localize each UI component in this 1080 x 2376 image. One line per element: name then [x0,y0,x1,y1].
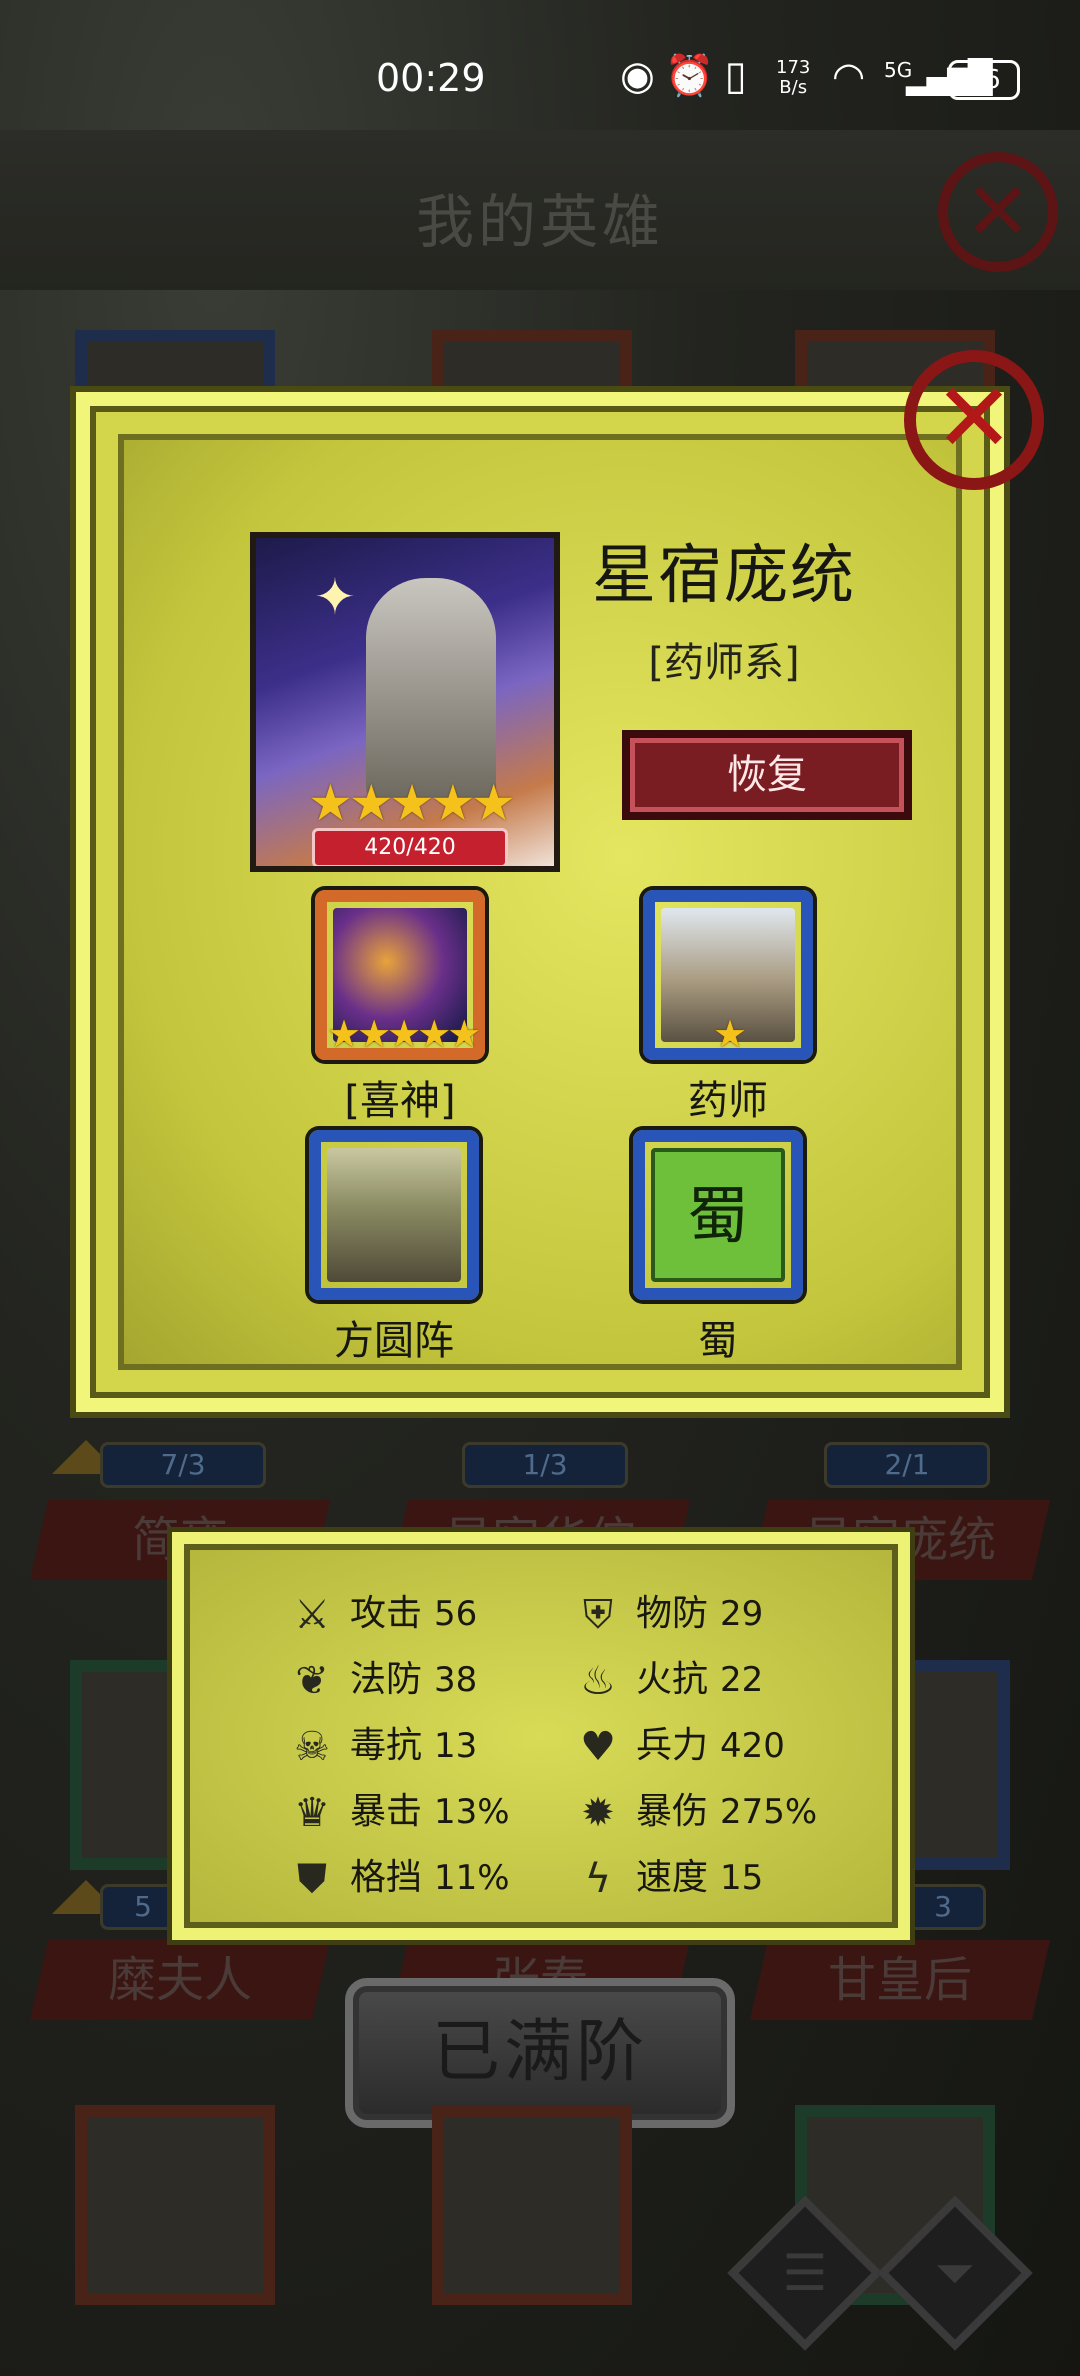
stat-fire-resist: ♨ 火抗 22 [574,1650,763,1710]
hero-counter: 2/1 [824,1442,990,1488]
hero-counter: 7/3 [100,1442,266,1488]
hero-name-banner: 糜夫人 [30,1940,330,2020]
clock: 00:29 [376,56,486,100]
star-sparkle-icon: ✦ [314,568,356,626]
heart-icon: ♥ [580,1724,616,1770]
leaf-icon: ❦ [295,1658,329,1704]
dialog-inner-panel: ✦ ★★★★★ 420/420 星宿庞统 [药师系] 恢复 ★★★★★ [喜神]… [118,434,962,1370]
trait-label: 药师 [688,1078,768,1124]
stat-crit-damage: ✹ 暴伤 275% [574,1782,817,1842]
hero-name-banner: 甘皇后 [750,1940,1050,2020]
trait-frame [309,1130,479,1300]
trait-pharmacist[interactable]: ★ 药师 [628,890,828,1126]
trait-star-rating: ★★★★★ [327,1012,481,1056]
hero-counter: 1/3 [462,1442,628,1488]
crit-icon: ♛ [294,1790,330,1836]
hero-detail-dialog: ✦ ★★★★★ 420/420 星宿庞统 [药师系] 恢复 ★★★★★ [喜神]… [76,392,1004,1412]
stat-block: ⛊ 格挡 11% [288,1848,510,1908]
trait-label: 方圆阵 [334,1318,454,1364]
stat-magic-defense: ❦ 法防 38 [288,1650,477,1710]
shu-banner-icon: 蜀 [651,1148,785,1282]
hero-star-rating: ★★★★★ [308,774,516,832]
wifi-icon: ◠ [832,54,866,98]
vibrate-icon: ▯ [724,53,757,99]
trait-art [327,1148,461,1282]
trait-frame: ★ [643,890,813,1060]
eye-icon: ◉ [620,53,665,99]
shield-icon: ⛨ [583,1592,613,1638]
skull-icon: ☠ [294,1724,330,1770]
trait-label: [喜神] [344,1078,456,1124]
page-title: 我的英雄 [415,188,664,256]
hero-card[interactable] [75,2105,275,2305]
hero-class: [药师系] [648,640,800,686]
stat-physical-defense: ⛨ 物防 29 [574,1584,763,1644]
hero-counter: 3 [900,1884,986,1930]
stat-speed: ϟ 速度 15 [574,1848,763,1908]
status-bar: 00:29 ◉⏰▯ 173 B/s ◠ 5G ▂▄▆█ 96 [0,0,1080,120]
trait-frame: 蜀 [633,1130,803,1300]
status-icons: ◉⏰▯ [620,52,757,99]
alarm-icon: ⏰ [664,53,725,99]
lightning-icon: ϟ [584,1856,612,1902]
hero-hp-bar: 420/420 [312,828,508,866]
trait-frame: ★★★★★ [315,890,485,1060]
fire-icon: ♨ [580,1658,616,1704]
filter-icon: ⏷ [935,2244,975,2302]
network-speed: 173 B/s [776,57,811,98]
list-icon: ☰ [782,2244,828,2302]
stat-troops: ♥ 兵力 420 [574,1716,785,1776]
hero-stats-panel: ⚔ 攻击 56 ⛨ 物防 29 ❦ 法防 38 ♨ 火抗 22 ☠ 毒抗 13 ♥ 兵力 420 ♛ 暴击… [172,1532,910,1940]
trait-formation[interactable]: 方圆阵 [294,1130,494,1366]
trait-label: 蜀 [698,1318,738,1364]
stat-crit-rate: ♛ 暴击 13% [288,1782,510,1842]
trait-faction-shu[interactable]: 蜀 蜀 [618,1130,818,1366]
page-close-button[interactable]: ✕ [938,152,1058,272]
trait-star-rating: ★ [712,1012,747,1056]
block-icon: ⛊ [297,1856,327,1902]
hero-name: 星宿庞统 [592,539,856,613]
crit-damage-icon: ✹ [581,1790,615,1836]
battery-indicator: 96 [948,60,1020,100]
sword-icon: ⚔ [294,1592,330,1638]
hero-figure [366,578,496,798]
stat-poison-resist: ☠ 毒抗 13 [288,1716,477,1776]
dialog-close-button[interactable]: ✕ [904,350,1044,490]
restore-button[interactable]: 恢复 [622,730,912,820]
hero-card[interactable] [432,2105,632,2305]
stat-attack: ⚔ 攻击 56 [288,1584,477,1644]
trait-xishen[interactable]: ★★★★★ [喜神] [300,890,500,1126]
